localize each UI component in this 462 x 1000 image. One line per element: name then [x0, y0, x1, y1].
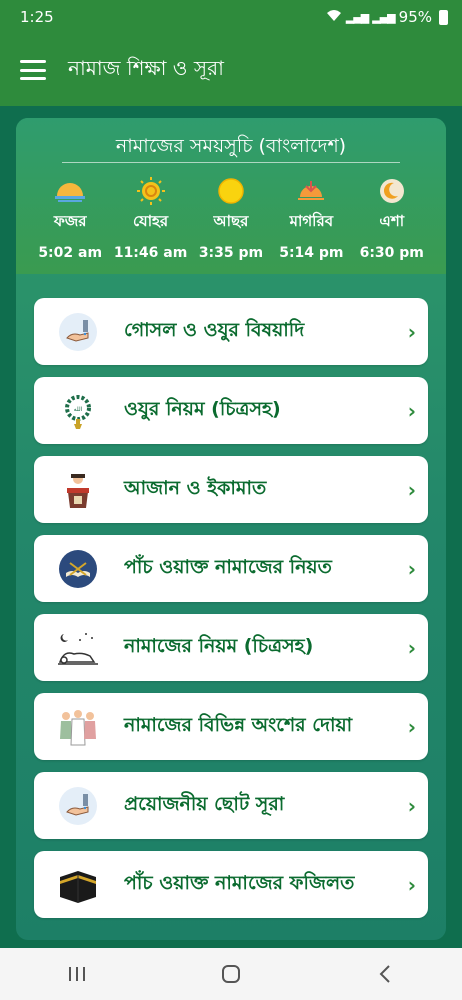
prayer-isha: এশা 6:30 pm — [354, 176, 430, 261]
menu-item-short-surah[interactable]: প্রয়োজনীয় ছোট সূরা › — [34, 772, 428, 839]
imam-pulpit-icon — [56, 468, 100, 512]
battery-icon — [439, 9, 448, 25]
recent-apps-icon[interactable] — [57, 954, 97, 994]
hamburger-menu-icon[interactable] — [20, 60, 46, 80]
menu-item-label: নামাজের বিভিন্ন অংশের দোয়া — [124, 713, 353, 736]
chevron-right-icon: › — [407, 872, 416, 897]
chevron-right-icon: › — [407, 319, 416, 344]
menu-item-wudu-rules[interactable]: الله ওযুর নিয়ম (চিত্রসহ) › — [34, 377, 428, 444]
prayer-zuhr: যোহর 11:46 am — [113, 176, 189, 261]
menu-item-fazilat[interactable]: পাঁচ ওয়াক্ত নামাজের ফজিলত › — [34, 851, 428, 918]
sunrise-icon — [32, 176, 108, 206]
prayer-time: 5:14 pm — [279, 245, 344, 261]
menu-item-label: পাঁচ ওয়াক্ত নামাজের নিয়ত — [124, 555, 332, 578]
chevron-right-icon: › — [407, 714, 416, 739]
menu-item-label: নামাজের নিয়ম (চিত্রসহ) — [124, 634, 314, 657]
menu-item-dua-parts[interactable]: নামাজের বিভিন্ন অংশের দোয়া › — [34, 693, 428, 760]
chevron-right-icon: › — [407, 477, 416, 502]
prayer-time: 6:30 pm — [359, 245, 424, 261]
prayer-name: মাগরিব — [289, 212, 334, 230]
moon-icon — [354, 176, 430, 206]
menu-item-label: গোসল ও ওযুর বিষয়াদি — [124, 318, 305, 341]
battery-level: 95% — [398, 8, 432, 26]
status-icons: ▂▄▆ ▂▄▆ 95% — [326, 8, 448, 26]
sun-afternoon-icon — [193, 176, 269, 206]
wifi-icon — [326, 8, 342, 26]
signal-icon-2: ▂▄▆ — [372, 10, 395, 24]
prayer-name: এশা — [379, 212, 405, 230]
app-title: নামাজ শিক্ষা ও সূরা — [68, 55, 224, 80]
menu-item-azan-iqamat[interactable]: আজান ও ইকামাত › — [34, 456, 428, 523]
praying-people-icon — [56, 705, 100, 749]
chevron-right-icon: › — [407, 793, 416, 818]
chevron-right-icon: › — [407, 635, 416, 660]
tasbih-icon: الله — [56, 389, 100, 433]
status-time: 1:25 — [20, 8, 54, 26]
chevron-right-icon: › — [407, 398, 416, 423]
prayer-name: যোহর — [132, 212, 169, 230]
sujood-icon — [56, 626, 100, 670]
prayer-time: 3:35 pm — [198, 245, 264, 261]
prayer-times-panel: নামাজের সময়সুচি (বাংলাদেশ) ফজর 5:02 am … — [16, 118, 446, 274]
back-icon[interactable] — [365, 954, 405, 994]
signal-icon: ▂▄▆ — [345, 10, 369, 24]
chevron-right-icon: › — [407, 556, 416, 581]
menu-item-label: আজান ও ইকামাত — [124, 476, 267, 499]
main-card: নামাজের সময়সুচি (বাংলাদেশ) ফজর 5:02 am … — [16, 118, 446, 940]
menu-item-label: পাঁচ ওয়াক্ত নামাজের ফজিলত — [124, 871, 355, 894]
main-content: নামাজের সময়সুচি (বাংলাদেশ) ফজর 5:02 am … — [0, 106, 462, 948]
dua-hands-icon — [56, 784, 100, 828]
menu-item-niyat[interactable]: পাঁচ ওয়াক্ত নামাজের নিয়ত › — [34, 535, 428, 602]
status-bar: 1:25 ▂▄▆ ▂▄▆ 95% — [0, 0, 462, 34]
prayer-name: ফজর — [53, 212, 87, 230]
app-bar: নামাজ শিক্ষা ও সূরা — [0, 34, 462, 106]
prayer-time: 5:02 am — [38, 245, 103, 261]
prayer-times-title: নামাজের সময়সুচি (বাংলাদেশ) — [115, 135, 347, 157]
divider — [62, 162, 400, 163]
system-nav-bar — [0, 948, 462, 1000]
prayer-fajr: ফজর 5:02 am — [32, 176, 108, 261]
svg-text:الله: الله — [74, 406, 83, 413]
wudu-hand-icon — [56, 310, 100, 354]
prayer-maghrib: মাগরিব 5:14 pm — [273, 176, 349, 261]
prayer-name: আছর — [213, 212, 249, 230]
home-icon[interactable] — [211, 954, 251, 994]
menu-item-label: ওযুর নিয়ম (চিত্রসহ) — [124, 397, 281, 420]
menu-item-namaz-rules[interactable]: নামাজের নিয়ম (চিত্রসহ) › — [34, 614, 428, 681]
prayer-asr: আছর 3:35 pm — [193, 176, 269, 261]
kaaba-icon — [56, 863, 100, 907]
sun-noon-icon — [113, 176, 189, 206]
menu-item-label: প্রয়োজনীয় ছোট সূরা — [124, 792, 285, 815]
menu-item-gosol-wudu[interactable]: গোসল ও ওযুর বিষয়াদি › — [34, 298, 428, 365]
prayer-time: 11:46 am — [113, 245, 188, 261]
quran-icon — [56, 547, 100, 591]
sunset-icon — [273, 176, 349, 206]
